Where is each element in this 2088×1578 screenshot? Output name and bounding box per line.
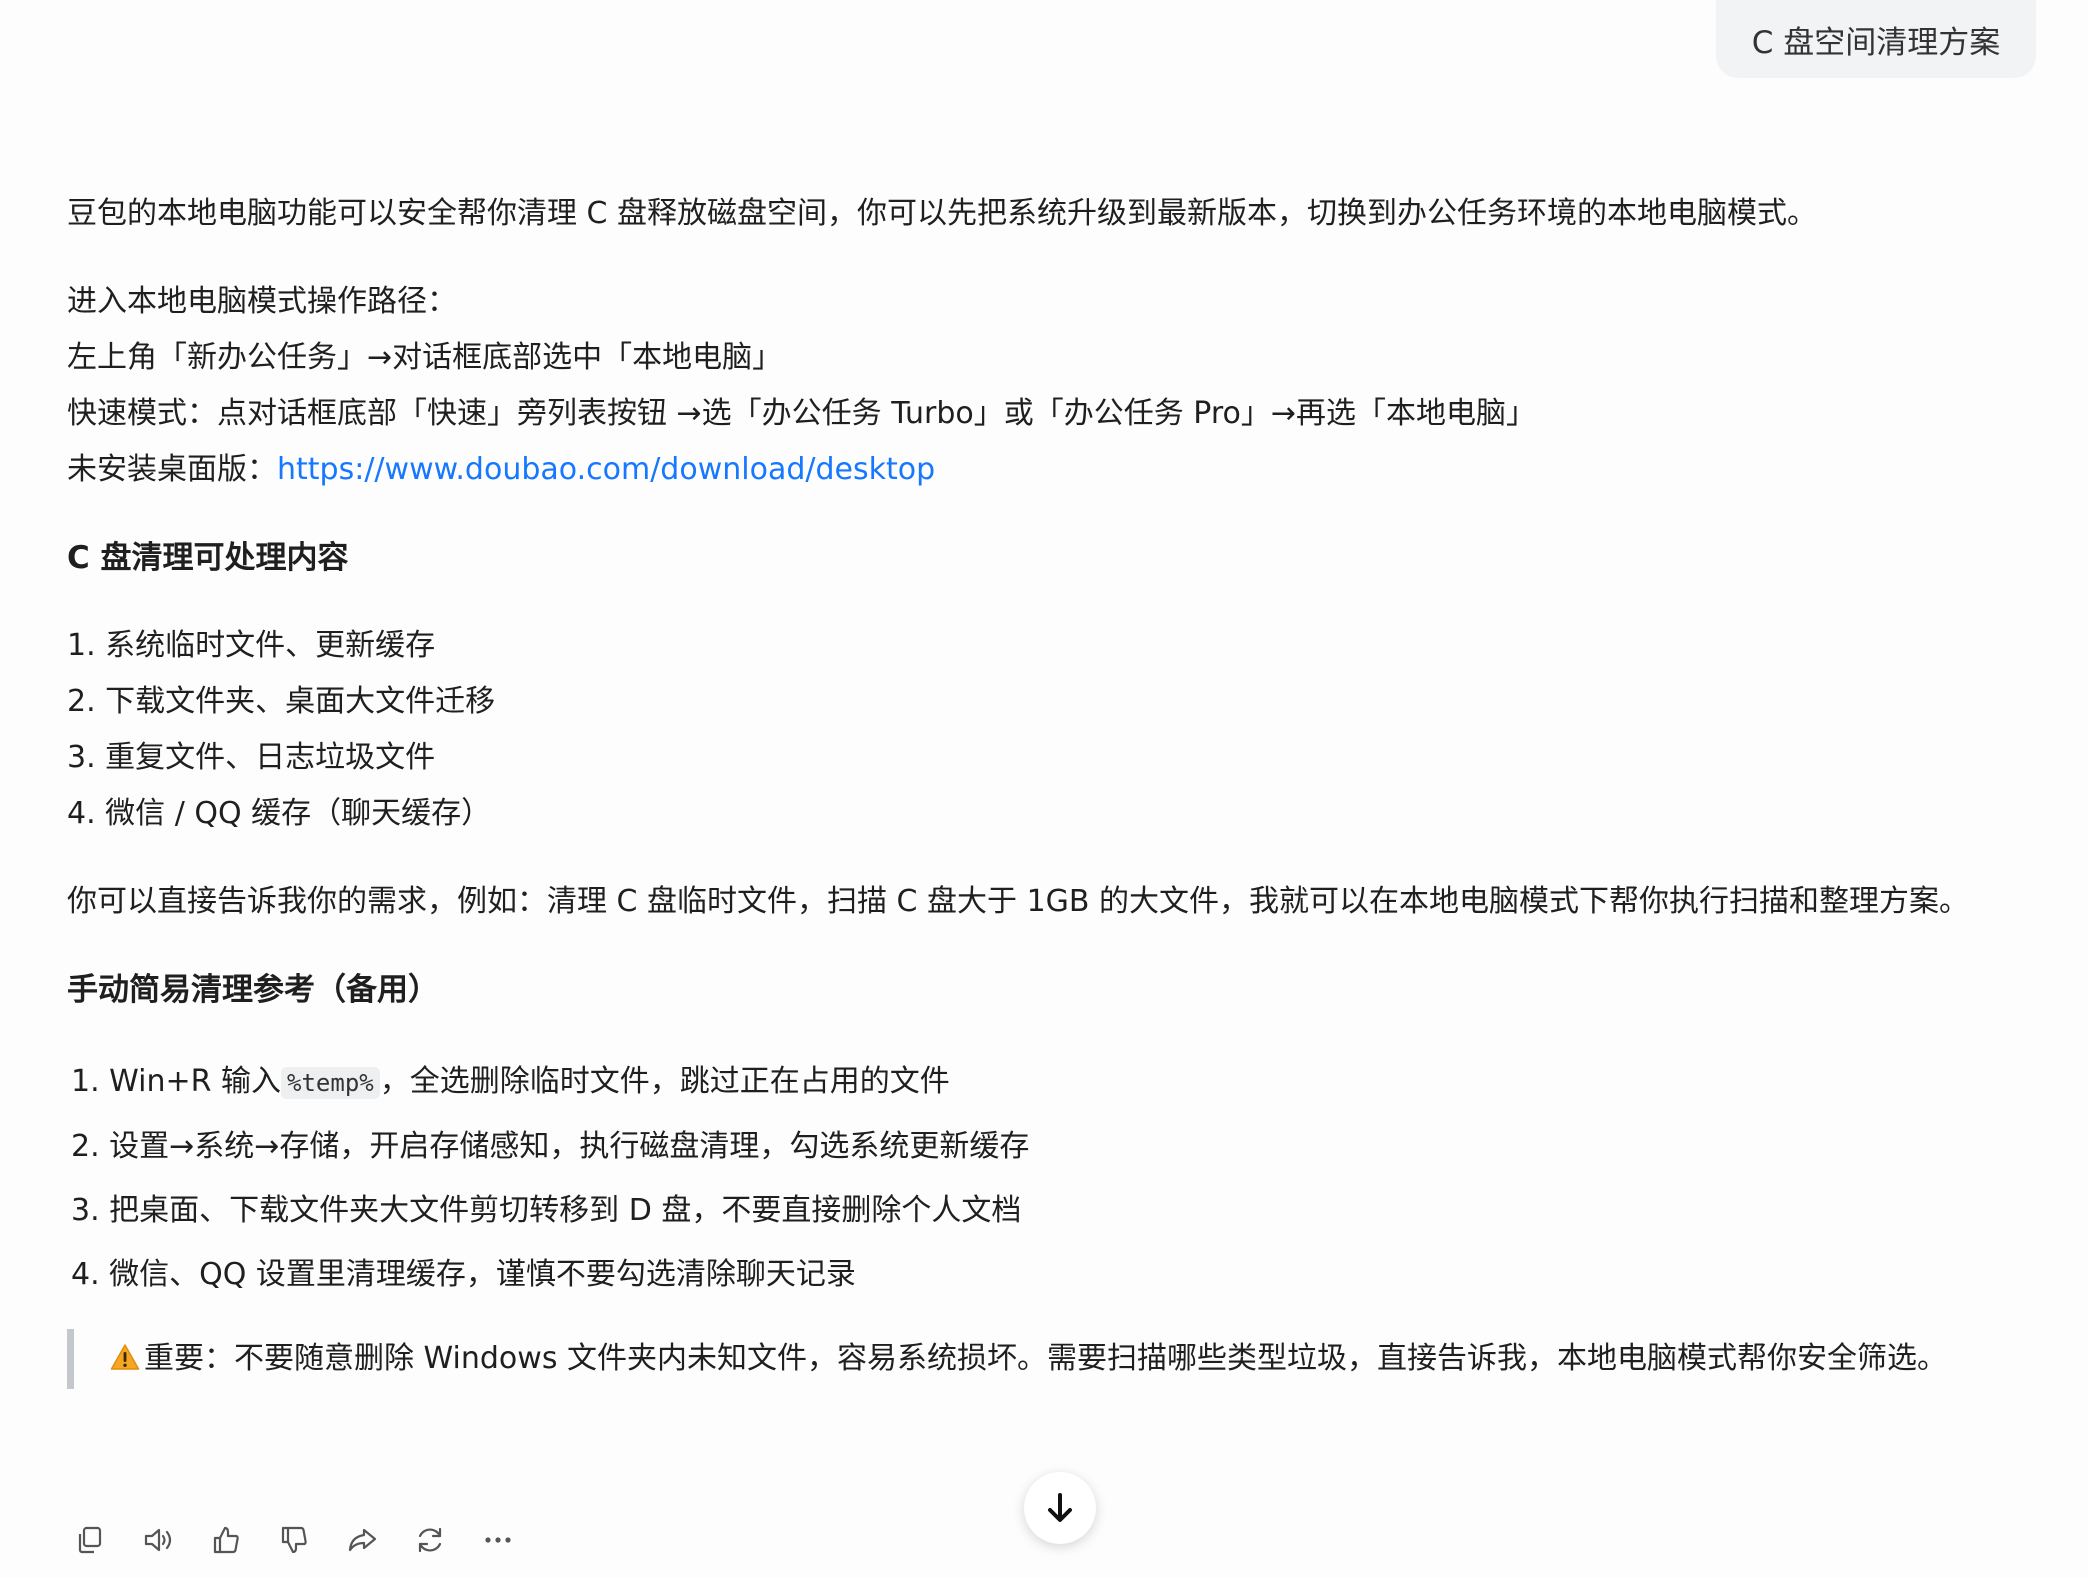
section-heading-manual: 手动简易清理参考（备用） xyxy=(67,972,439,1008)
desktop-download-line: 未安装桌面版：https://www.doubao.com/download/d… xyxy=(67,442,2027,498)
share-icon xyxy=(348,1528,377,1552)
more-icon xyxy=(485,1537,511,1543)
regenerate-button[interactable] xyxy=(410,1520,450,1560)
more-button[interactable] xyxy=(478,1520,518,1560)
user-message-text: C 盘空间清理方案 xyxy=(1751,24,2001,61)
list-item: 2. 下载文件夹、桌面大文件迁移 xyxy=(67,684,496,719)
list-item: 4. 微信、QQ 设置里清理缓存，谨慎不要勾选清除聊天记录 xyxy=(71,1257,856,1292)
like-button[interactable] xyxy=(206,1520,246,1560)
copy-icon xyxy=(78,1526,102,1554)
manual-step-1-prefix: 1. Win+R 输入 xyxy=(71,1064,282,1099)
list-item: 2. 设置→系统→存储，开启存储感知，执行磁盘清理，勾选系统更新缓存 xyxy=(71,1129,1030,1164)
read-aloud-button[interactable] xyxy=(138,1520,178,1560)
warning-quote: 重要：不要随意删除 Windows 文件夹内未知文件，容易系统损坏。需要扫描哪些… xyxy=(67,1329,2027,1389)
list-item: 4. 微信 / QQ 缓存（聊天缓存） xyxy=(67,796,492,831)
list-item: 1. 系统临时文件、更新缓存 xyxy=(67,628,436,663)
warning-icon xyxy=(110,1344,140,1370)
route-step-1: 左上角「新办公任务」→对话框底部选中「本地电脑」 xyxy=(67,340,783,375)
assistant-reply: 豆包的本地电脑功能可以安全帮你清理 C 盘释放磁盘空间，你可以先把系统升级到最新… xyxy=(67,186,2027,1389)
desktop-download-link[interactable]: https://www.doubao.com/download/desktop xyxy=(277,452,935,487)
thumbs-down-icon xyxy=(281,1526,307,1554)
cleanable-list: 1. 系统临时文件、更新缓存 2. 下载文件夹、桌面大文件迁移 3. 重复文件、… xyxy=(67,618,2027,842)
desktop-label: 未安装桌面版： xyxy=(67,452,277,487)
manual-step-1-suffix: ，全选删除临时文件，跳过正在占用的文件 xyxy=(379,1064,950,1099)
copy-button[interactable] xyxy=(70,1520,110,1560)
arrow-down-icon xyxy=(1048,1493,1072,1522)
warning-text: 重要：不要随意删除 Windows 文件夹内未知文件，容易系统损坏。需要扫描哪些… xyxy=(144,1341,1947,1376)
list-item: 3. 把桌面、下载文件夹大文件剪切转移到 D 盘，不要直接删除个人文档 xyxy=(71,1193,1022,1228)
scroll-to-bottom-button[interactable] xyxy=(1024,1472,1096,1544)
regenerate-icon xyxy=(418,1527,442,1553)
dislike-button[interactable] xyxy=(274,1520,314,1560)
inline-code: %temp% xyxy=(281,1067,380,1099)
message-action-bar xyxy=(70,1520,518,1560)
section-heading-cleanable: C 盘清理可处理内容 xyxy=(67,540,349,576)
list-item: 3. 重复文件、日志垃圾文件 xyxy=(67,740,436,775)
thumbs-up-icon xyxy=(213,1526,239,1554)
share-button[interactable] xyxy=(342,1520,382,1560)
reply-intro: 豆包的本地电脑功能可以安全帮你清理 C 盘释放磁盘空间，你可以先把系统升级到最新… xyxy=(67,196,1818,231)
speaker-icon xyxy=(144,1528,172,1552)
route-block: 进入本地电脑模式操作路径： 左上角「新办公任务」→对话框底部选中「本地电脑」 快… xyxy=(67,274,2027,498)
chat-page: C 盘空间清理方案 豆包的本地电脑功能可以安全帮你清理 C 盘释放磁盘空间，你可… xyxy=(0,0,2088,1578)
request-paragraph: 你可以直接告诉我你的需求，例如：清理 C 盘临时文件，扫描 C 盘大于 1GB … xyxy=(67,884,1970,919)
manual-steps-list: 1. Win+R 输入 %temp% ，全选删除临时文件，跳过正在占用的文件 2. … xyxy=(67,1050,2027,1307)
list-item: 1. Win+R 输入 %temp% ，全选删除临时文件，跳过正在占用的文件 xyxy=(71,1050,2027,1115)
route-step-2: 快速模式：点对话框底部「快速」旁列表按钮 →选「办公任务 Turbo」或「办公任… xyxy=(67,396,1536,431)
route-title: 进入本地电脑模式操作路径： xyxy=(67,284,457,319)
user-message-bubble: C 盘空间清理方案 xyxy=(1716,0,2036,78)
